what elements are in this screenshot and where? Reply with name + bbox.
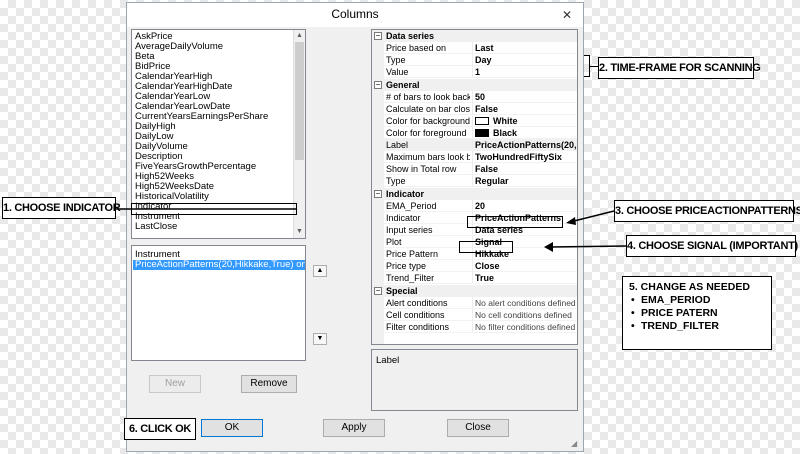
note-title: 5. CHANGE AS NEEDED	[629, 281, 750, 293]
annotation-change-as-needed: 5. CHANGE AS NEEDED EMA_PERIOD PRICE PAT…	[622, 276, 772, 350]
arrow-choose-signal-line	[549, 245, 627, 248]
annotation-choose-signal: 4. CHOOSE SIGNAL (IMPORTANT)	[626, 235, 798, 257]
arrow-choose-pattern-line	[569, 210, 615, 223]
annotation-time-frame: 2. TIME-FRAME FOR SCANNING	[598, 57, 761, 79]
note-item: TREND_FILTER	[629, 320, 765, 333]
arrow-choose-pattern-head	[566, 217, 576, 225]
annotation-choose-indicator: 1. CHOOSE INDICATOR	[2, 197, 121, 219]
arrow-choose-signal-head	[544, 242, 553, 252]
annotation-choose-pattern: 3. CHOOSE PRICEACTIONPATTERNS	[614, 200, 800, 222]
annotation-click-ok: 6. CLICK OK	[124, 418, 196, 440]
note-item: PRICE PATERN	[629, 307, 765, 320]
note-item: EMA_PERIOD	[629, 294, 765, 307]
